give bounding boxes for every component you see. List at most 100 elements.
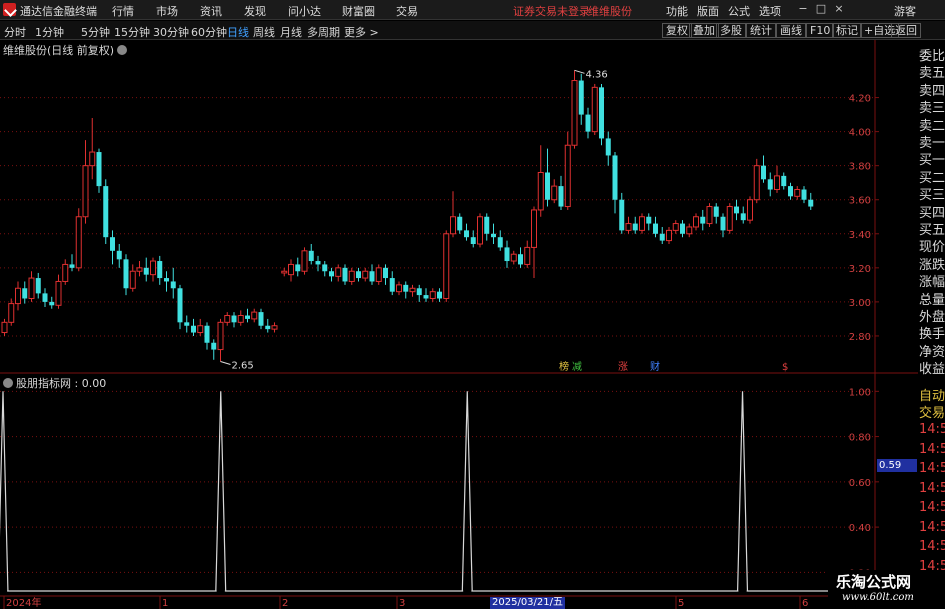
minimize-icon[interactable]: −	[796, 2, 810, 16]
tool-stats-button[interactable]: 统计	[746, 23, 776, 38]
menu-layout[interactable]: 版面	[697, 3, 719, 19]
period-60min[interactable]: 60分钟	[191, 24, 227, 40]
candle-body-up	[666, 229, 672, 242]
candle-body-down	[265, 325, 271, 330]
candle-body-down	[295, 264, 301, 272]
candle-body-down	[761, 165, 766, 180]
quote-panel-item: 卖四	[919, 83, 945, 99]
back-button[interactable]: 返回	[891, 23, 921, 38]
candle-body-down	[342, 267, 348, 282]
settings-circle-icon[interactable]	[117, 45, 128, 55]
candle-body-up	[706, 206, 713, 225]
indicator-tick-label: 0.80	[849, 433, 871, 444]
tool-adjust-button[interactable]: 复权	[662, 23, 692, 38]
candle-body-up	[217, 321, 224, 351]
candle-body-up	[8, 303, 15, 323]
menu-formula[interactable]: 公式	[728, 3, 750, 19]
candle-body-up	[1, 321, 8, 334]
candle-body-down	[42, 293, 48, 302]
candle-body-up	[62, 263, 69, 282]
candle-body-down	[403, 284, 409, 292]
candle-body-down	[389, 278, 395, 292]
candle-body-down	[49, 301, 55, 306]
guest-user-label[interactable]: 游客	[894, 3, 916, 19]
settings-circle-icon[interactable]	[3, 378, 13, 388]
menu-market[interactable]: 市场	[156, 3, 178, 19]
indicator-tick-label: 0.60	[849, 478, 871, 489]
menu-discover[interactable]: 发现	[244, 3, 266, 19]
x-tick-label: 1	[162, 598, 168, 609]
candle-body-down	[164, 278, 169, 282]
tool-mark-button[interactable]: 标记	[832, 23, 862, 38]
candle-body-up	[348, 270, 355, 282]
period-30min[interactable]: 30分钟	[153, 24, 189, 40]
candle-body-down	[808, 199, 814, 207]
menu-trade[interactable]: 交易	[396, 3, 418, 19]
trade-login-warning[interactable]: 证券交易未登录	[513, 3, 590, 19]
period-weekly[interactable]: 周线	[253, 24, 275, 40]
candle-body-down	[191, 325, 196, 333]
maximize-icon[interactable]: □	[814, 2, 828, 16]
candle-body-up	[224, 315, 231, 323]
period-15min[interactable]: 15分钟	[114, 24, 150, 40]
close-icon[interactable]: ×	[832, 2, 846, 16]
watermark: 乐淘公式网 www.60lt.com	[828, 570, 945, 609]
period-monthly[interactable]: 月线	[280, 24, 302, 40]
candle-body-down	[35, 278, 41, 294]
candle-body-down	[231, 315, 237, 323]
quote-panel-item: 卖五	[919, 66, 945, 82]
candle-body-down	[484, 216, 490, 234]
candle-body-down	[96, 152, 102, 187]
candle-body-up	[510, 253, 517, 262]
candle-body-up	[693, 216, 699, 228]
candle-body-down	[204, 325, 210, 343]
candle-body-down	[457, 216, 463, 231]
indicator-title-text: 股朋指标网 : 0.00	[16, 377, 107, 390]
candle-body-up	[396, 284, 402, 293]
candle-body-down	[22, 288, 28, 299]
menu-bar: 通达信金融终端 行情 市场 资讯 发现 问小达 财富圈 交易 证券交易未登录 维…	[0, 0, 945, 20]
candle-body-up	[15, 287, 21, 305]
candle-body-up	[794, 189, 801, 197]
candle-body-down	[619, 199, 625, 231]
menu-options[interactable]: 选项	[759, 3, 781, 19]
candle-body-down	[578, 80, 584, 115]
cursor-date-badge: 2025/03/21/五	[490, 597, 566, 609]
quote-panel-item: 交易	[919, 406, 945, 422]
period-timeshare[interactable]: 分时	[4, 24, 26, 40]
chart-area[interactable]: 2.803.003.203.403.603.804.004.200.200.40…	[0, 40, 918, 609]
tool-overlay-button[interactable]: 叠加	[689, 23, 719, 38]
candle-body-down	[599, 87, 604, 139]
period-more[interactable]: 更多 >	[344, 24, 379, 40]
candle-body-down	[322, 264, 328, 272]
candle-body-up	[409, 287, 416, 293]
candle-body-down	[177, 288, 183, 323]
menu-ask-xiaoda[interactable]: 问小达	[288, 3, 321, 19]
menu-wealth-circle[interactable]: 财富圈	[342, 3, 375, 19]
tool-multi-stock-button[interactable]: 多股	[716, 23, 746, 38]
quote-panel-item: 涨幅	[919, 275, 945, 291]
menu-quotes[interactable]: 行情	[112, 3, 134, 19]
candle-body-up	[75, 216, 82, 269]
tool-draw-button[interactable]: 画线	[776, 23, 806, 38]
candle-body-up	[531, 209, 537, 248]
event-markers: 榜减 涨 财 $	[559, 360, 788, 373]
quote-panel-item: 14:56	[919, 519, 945, 535]
quote-panel-item: 卖三	[919, 101, 945, 117]
period-daily[interactable]: 日线	[227, 24, 249, 40]
tool-f10-button[interactable]: F10	[806, 23, 835, 38]
x-tick-label: 3	[399, 598, 405, 609]
event-marker: 财	[650, 360, 660, 373]
candle-body-down	[329, 271, 334, 277]
menu-function[interactable]: 功能	[666, 3, 688, 19]
period-1min[interactable]: 1分钟	[35, 24, 64, 40]
indicator-tick-label: 0.40	[849, 523, 871, 534]
candle-body-down	[123, 259, 129, 289]
candle-body-down	[437, 291, 442, 299]
candle-body-down	[653, 223, 658, 234]
period-multi[interactable]: 多周期	[307, 24, 340, 40]
menu-news[interactable]: 资讯	[200, 3, 222, 19]
period-5min[interactable]: 5分钟	[81, 24, 110, 40]
candle-body-down	[103, 186, 109, 238]
candle-body-up	[753, 165, 760, 201]
